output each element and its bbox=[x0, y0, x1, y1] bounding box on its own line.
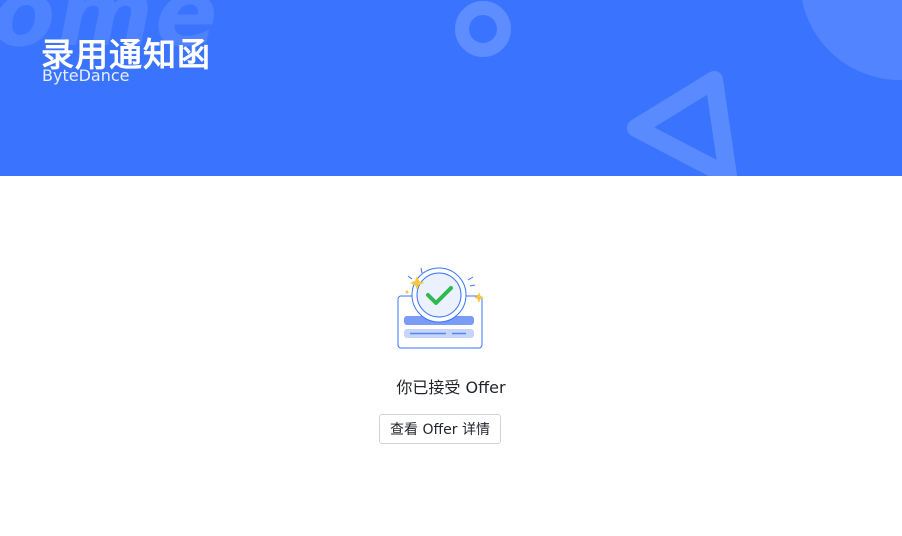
offer-status-text: 你已接受 Offer bbox=[396, 378, 506, 397]
view-offer-details-button[interactable]: 查看 Offer 详情 bbox=[379, 414, 501, 444]
header-banner: ome 录用通知函 ByteDance bbox=[0, 0, 902, 176]
main-content: 你已接受 Offer 查看 Offer 详情 bbox=[0, 176, 902, 536]
circle-decoration bbox=[802, 0, 902, 80]
company-name: ByteDance bbox=[42, 66, 130, 85]
triangle-decoration bbox=[627, 71, 737, 176]
ring-decoration bbox=[455, 1, 511, 57]
offer-accepted-illustration bbox=[397, 267, 484, 349]
